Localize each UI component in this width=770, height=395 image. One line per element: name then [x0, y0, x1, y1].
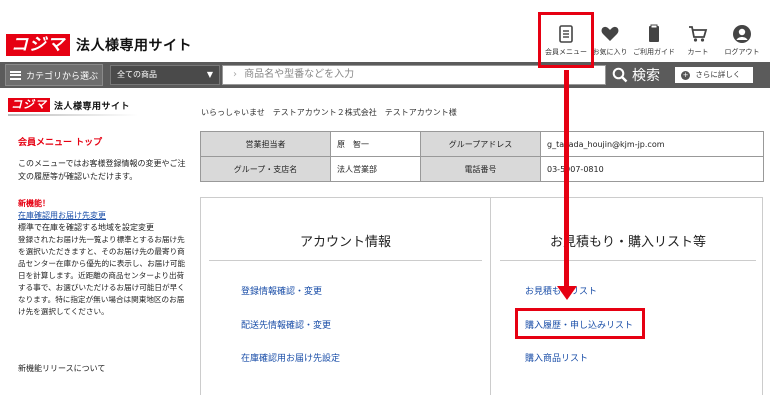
nav-cart[interactable]: カート: [674, 20, 722, 60]
category-select[interactable]: 全ての商品 ▼: [110, 65, 220, 85]
logo-subtitle: 法人様専用サイト: [76, 38, 192, 54]
menu-panels: アカウント情報 登録情報確認・変更 配送先情報確認・変更 在庫確認用お届け先設定…: [200, 197, 763, 395]
sidebar-logo-mark: コジマ: [8, 98, 50, 112]
highlight-box-purchase-history: [515, 308, 645, 339]
chevron-down-icon: ▼: [206, 70, 213, 79]
sidebar-title: 会員メニュー トップ: [18, 138, 103, 148]
link-purchased-items[interactable]: 購入商品リスト: [525, 351, 588, 364]
hamburger-icon: [10, 70, 21, 80]
table-row: グループ・支店名 法人営業部 電話番号 03-5907-0810: [200, 156, 764, 182]
new-feature-lead: 標準で在庫を確認する地域を設定変更: [18, 223, 154, 232]
sidebar: コジマ 法人様専用サイト 会員メニュー トップ このメニューではお客様登録情報の…: [0, 88, 192, 395]
category-select-value: 全ての商品: [117, 70, 157, 79]
divider: [8, 114, 138, 116]
annotation-arrow: [564, 70, 569, 290]
search-input[interactable]: › 商品名や型番などを入力: [222, 65, 606, 85]
logo-mark: コジマ: [6, 34, 70, 56]
estimate-panel: お見積もり・購入リスト等 お見積もりリスト 購入履歴・申し込みリスト 購入商品リ…: [492, 198, 764, 395]
table-header-cell: グループアドレス: [420, 131, 541, 157]
estimate-panel-title: お見積もり・購入リスト等: [549, 235, 706, 250]
nav-guide[interactable]: ご利用ガイド: [630, 20, 678, 60]
table-cell: 03-5907-0810: [540, 156, 764, 182]
new-feature-label: 新機能！: [18, 199, 50, 208]
page: コジマ 法人様専用サイト 会員メニュー お気に入り ご利用ガイド カート ログア…: [0, 0, 770, 395]
search-bar: カテゴリから選ぶ 全ての商品 ▼ › 商品名や型番などを入力 検索 + さらに詳…: [0, 62, 770, 88]
advanced-search-button[interactable]: + さらに詳しく: [675, 67, 753, 83]
guide-icon: [644, 24, 664, 44]
chevron-right-icon: ›: [233, 69, 237, 80]
category-button[interactable]: カテゴリから選ぶ: [5, 64, 103, 86]
table-header-cell: 営業担当者: [200, 131, 331, 157]
divider: [209, 260, 482, 261]
divider: [500, 260, 756, 261]
table-cell: g_takada_houjin@kjm-jp.com: [540, 131, 764, 157]
search-placeholder: 商品名や型番などを入力: [244, 69, 355, 80]
cart-icon: [688, 24, 708, 44]
link-delivery-info[interactable]: 配送先情報確認・変更: [241, 318, 331, 331]
user-icon: [732, 24, 752, 44]
nav-logout[interactable]: ログアウト: [718, 20, 766, 60]
new-feature-body: 登録されたお届け先一覧より標準とするお届け先を選択いただきますと、そのお届け先の…: [18, 235, 186, 316]
heart-icon: [600, 24, 620, 44]
sidebar-logo: コジマ 法人様専用サイト: [8, 98, 130, 112]
link-registration-info[interactable]: 登録情報確認・変更: [241, 284, 322, 297]
sidebar-intro: このメニューではお客様登録情報の変更やご注文の履歴等が確認いただけます。: [18, 159, 186, 181]
advanced-search-label: さらに詳しく: [695, 70, 741, 79]
nav-guide-label: ご利用ガイド: [633, 48, 675, 56]
release-info[interactable]: 新機能リリースについて: [18, 363, 190, 376]
link-stock-delivery-setting[interactable]: 在庫確認用お届け先設定: [241, 351, 340, 364]
account-panel: アカウント情報 登録情報確認・変更 配送先情報確認・変更 在庫確認用お届け先設定: [201, 198, 491, 395]
table-cell: 原 智一: [330, 131, 421, 157]
table-row: 営業担当者 原 智一 グループアドレス g_takada_houjin@kjm-…: [200, 131, 764, 157]
search-button[interactable]: 検索: [612, 63, 672, 87]
search-button-label: 検索: [632, 68, 660, 84]
arrow-head-icon: [557, 286, 577, 300]
sidebar-logo-subtitle: 法人様専用サイト: [54, 101, 131, 112]
table-header-cell: グループ・支店名: [200, 156, 331, 182]
new-feature-link[interactable]: 在庫確認用お届け先変更: [18, 210, 190, 223]
site-logo[interactable]: コジマ 法人様専用サイト: [6, 34, 192, 56]
table-header-cell: 電話番号: [420, 156, 541, 182]
site-header: コジマ 法人様専用サイト 会員メニュー お気に入り ご利用ガイド カート ログア…: [0, 0, 770, 62]
table-cell: 法人営業部: [330, 156, 421, 182]
nav-cart-label: カート: [687, 48, 709, 56]
highlight-box-member-menu: [538, 12, 594, 68]
account-panel-title: アカウント情報: [299, 235, 391, 250]
nav-logout-label: ログアウト: [724, 48, 760, 56]
account-info-table: 営業担当者 原 智一 グループアドレス g_takada_houjin@kjm-…: [200, 131, 764, 182]
search-icon: [612, 67, 628, 83]
plus-icon: +: [681, 71, 690, 80]
welcome-message: いらっしゃいませ テストアカウント２株式会社 テストアカウント様: [201, 108, 457, 117]
category-button-label: カテゴリから選ぶ: [26, 71, 99, 82]
